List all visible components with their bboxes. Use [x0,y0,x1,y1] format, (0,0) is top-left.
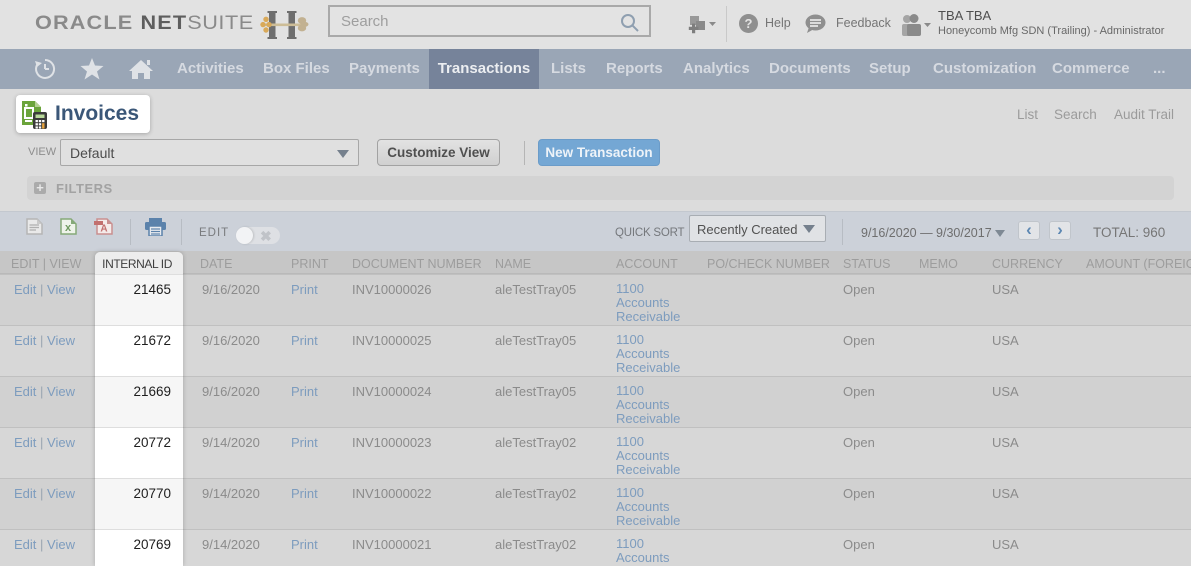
svg-text:x: x [65,222,72,234]
svg-text:?: ? [745,16,753,31]
svg-text:A: A [100,224,107,235]
